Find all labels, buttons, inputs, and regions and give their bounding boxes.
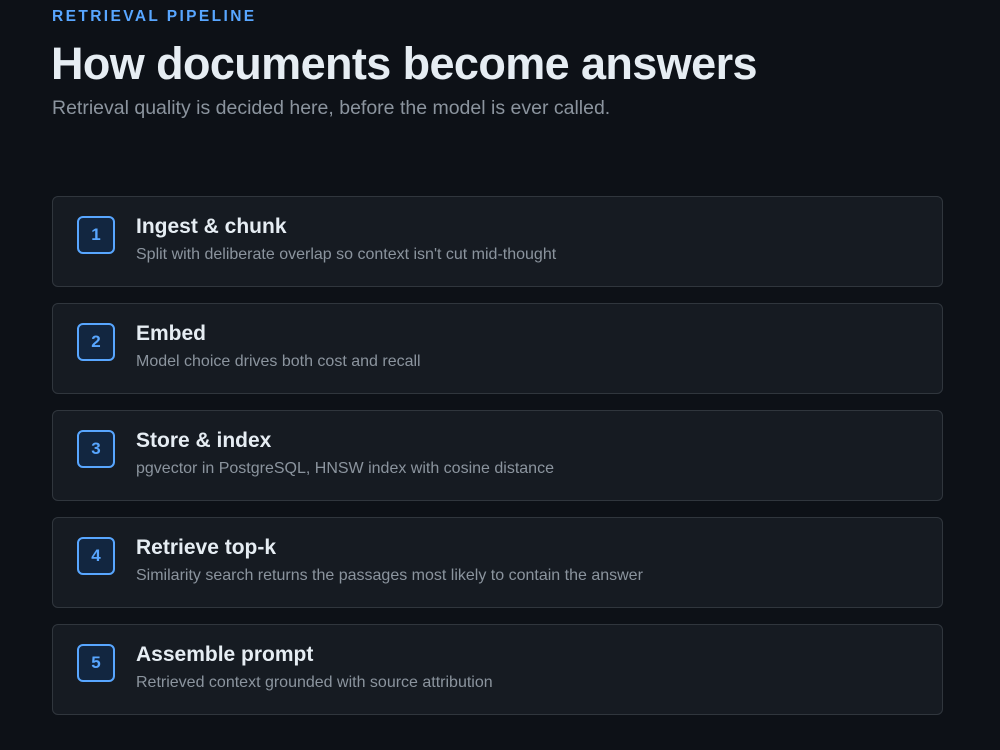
- step-number-badge: 4: [77, 537, 115, 575]
- step-description: Model choice drives both cost and recall: [136, 353, 421, 370]
- step-description: pgvector in PostgreSQL, HNSW index with …: [136, 460, 554, 477]
- step-number-badge: 5: [77, 644, 115, 682]
- step-title: Ingest & chunk: [136, 215, 287, 238]
- step-title: Embed: [136, 322, 207, 345]
- step-title: Retrieve top-k: [136, 536, 277, 559]
- page-subtitle: Retrieval quality is decided here, befor…: [52, 97, 611, 119]
- step-card-assemble: 5 Assemble prompt Retrieved context grou…: [52, 624, 943, 715]
- page-title: How documents become answers: [51, 38, 758, 89]
- step-description: Split with deliberate overlap so context…: [136, 246, 557, 263]
- step-title: Assemble prompt: [136, 643, 314, 666]
- step-description: Retrieved context grounded with source a…: [136, 674, 493, 691]
- step-number-badge: 2: [77, 323, 115, 361]
- step-title: Store & index: [136, 429, 272, 452]
- section-eyebrow: RETRIEVAL PIPELINE: [52, 8, 257, 25]
- step-card-embed: 2 Embed Model choice drives both cost an…: [52, 303, 943, 394]
- pipeline-steps: 1 Ingest & chunk Split with deliberate o…: [52, 196, 943, 715]
- step-description: Similarity search returns the passages m…: [136, 567, 643, 584]
- step-number-badge: 1: [77, 216, 115, 254]
- step-card-store: 3 Store & index pgvector in PostgreSQL, …: [52, 410, 943, 501]
- step-number-badge: 3: [77, 430, 115, 468]
- step-card-ingest: 1 Ingest & chunk Split with deliberate o…: [52, 196, 943, 287]
- pipeline-page: RETRIEVAL PIPELINE How documents become …: [0, 0, 1000, 750]
- step-card-retrieve: 4 Retrieve top-k Similarity search retur…: [52, 517, 943, 608]
